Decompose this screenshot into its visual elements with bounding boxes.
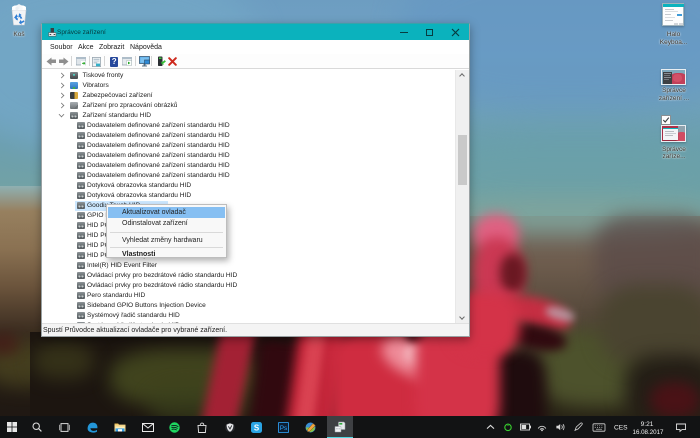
svg-text:S: S bbox=[253, 423, 259, 432]
svg-text:Ps: Ps bbox=[279, 425, 286, 432]
svg-text:16.08.2017: 16.08.2017 bbox=[633, 429, 665, 436]
svg-text:CES: CES bbox=[614, 425, 628, 432]
svg-text:9:21: 9:21 bbox=[641, 421, 654, 428]
